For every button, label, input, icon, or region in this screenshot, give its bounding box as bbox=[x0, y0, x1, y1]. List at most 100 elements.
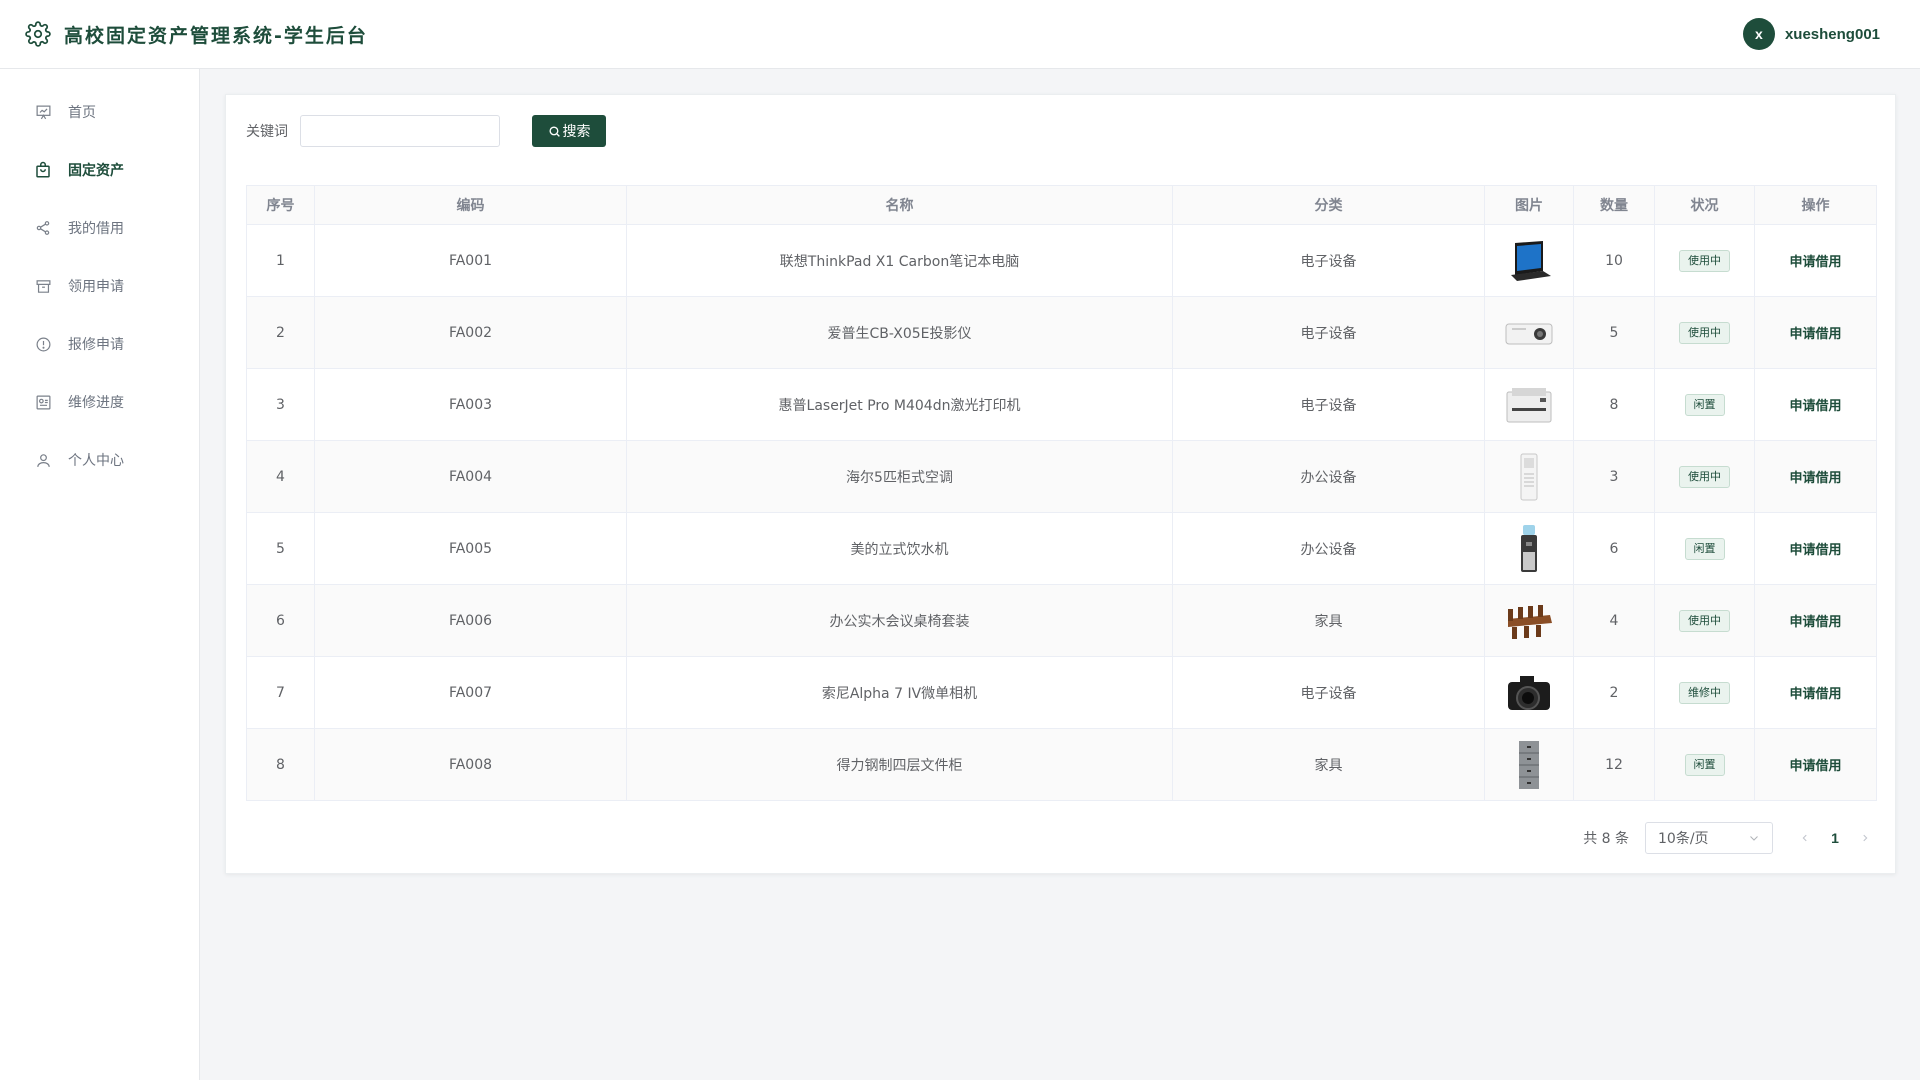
cell-code: FA008 bbox=[314, 728, 627, 801]
cell-index: 2 bbox=[246, 296, 315, 369]
sidebar-item-label: 维修进度 bbox=[68, 395, 124, 411]
apply-borrow-link[interactable]: 申请借用 bbox=[1789, 471, 1841, 486]
keyword-label: 关键词 bbox=[246, 124, 288, 140]
apply-borrow-link[interactable]: 申请借用 bbox=[1789, 687, 1841, 702]
username[interactable]: xuesheng001 bbox=[1785, 26, 1880, 43]
column-header-code: 编码 bbox=[314, 185, 627, 225]
table-row: 5 FA005 美的立式饮水机 办公设备 6 闲置 申请借用 bbox=[246, 512, 1877, 585]
sidebar: 首页 固定资产 我的借用 领用申请 报修申请 维修进度 个人中心 bbox=[0, 69, 200, 1080]
cell-quantity: 10 bbox=[1573, 224, 1655, 297]
chevron-left-icon bbox=[1802, 834, 1807, 842]
file-cabinet-thumbnail[interactable] bbox=[1504, 740, 1554, 790]
app-title: 高校固定资产管理系统-学生后台 bbox=[64, 24, 368, 47]
cell-name: 得力钢制四层文件柜 bbox=[626, 728, 1173, 801]
cell-quantity: 3 bbox=[1573, 440, 1655, 513]
sidebar-item-repair-request[interactable]: 报修申请 bbox=[0, 315, 199, 373]
page-number-current[interactable]: 1 bbox=[1825, 830, 1845, 846]
share-icon bbox=[34, 219, 52, 237]
sidebar-item-repair-progress[interactable]: 维修进度 bbox=[0, 373, 199, 431]
sidebar-item-label: 我的借用 bbox=[68, 221, 124, 237]
cell-name: 联想ThinkPad X1 Carbon笔记本电脑 bbox=[626, 224, 1173, 297]
next-page-button[interactable] bbox=[1855, 822, 1875, 854]
cell-category: 电子设备 bbox=[1172, 296, 1485, 369]
water-dispenser-thumbnail[interactable] bbox=[1504, 524, 1554, 574]
cell-category: 家具 bbox=[1172, 584, 1485, 657]
status-badge: 维修中 bbox=[1679, 681, 1730, 704]
sidebar-item-requisition[interactable]: 领用申请 bbox=[0, 257, 199, 315]
user-icon bbox=[34, 451, 52, 469]
cell-index: 6 bbox=[246, 584, 315, 657]
table-row: 7 FA007 索尼Alpha 7 IV微单相机 电子设备 2 维修中 申请借用 bbox=[246, 656, 1877, 729]
search-icon bbox=[548, 125, 560, 137]
column-header-category: 分类 bbox=[1172, 185, 1485, 225]
column-header-status: 状况 bbox=[1654, 185, 1755, 225]
apply-borrow-link[interactable]: 申请借用 bbox=[1789, 759, 1841, 774]
cell-name: 惠普LaserJet Pro M404dn激光打印机 bbox=[626, 368, 1173, 441]
asset-list-card: 关键词 搜索 序号 编码 名称 分类 图片 数量 状况 操作 1 FA001 联… bbox=[225, 94, 1896, 874]
laptop-thumbnail[interactable] bbox=[1504, 236, 1554, 286]
cell-quantity: 8 bbox=[1573, 368, 1655, 441]
search-button[interactable]: 搜索 bbox=[532, 115, 606, 147]
air-conditioner-thumbnail[interactable] bbox=[1504, 452, 1554, 502]
apply-borrow-link[interactable]: 申请借用 bbox=[1789, 543, 1841, 558]
cell-code: FA005 bbox=[314, 512, 627, 585]
status-badge: 闲置 bbox=[1684, 393, 1725, 416]
sidebar-item-my-borrow[interactable]: 我的借用 bbox=[0, 199, 199, 257]
sidebar-item-label: 领用申请 bbox=[68, 279, 124, 295]
archive-box-icon bbox=[34, 277, 52, 295]
projector-thumbnail[interactable] bbox=[1504, 308, 1554, 358]
status-badge: 使用中 bbox=[1679, 249, 1730, 272]
table-row: 6 FA006 办公实木会议桌椅套装 家具 4 使用中 申请借用 bbox=[246, 584, 1877, 657]
cell-index: 7 bbox=[246, 656, 315, 729]
sidebar-item-profile[interactable]: 个人中心 bbox=[0, 431, 199, 489]
table-row: 3 FA003 惠普LaserJet Pro M404dn激光打印机 电子设备 … bbox=[246, 368, 1877, 441]
conference-table-thumbnail[interactable] bbox=[1504, 596, 1554, 646]
sidebar-item-home[interactable]: 首页 bbox=[0, 83, 199, 141]
status-badge: 使用中 bbox=[1679, 321, 1730, 344]
avatar[interactable]: x bbox=[1742, 18, 1775, 50]
sidebar-item-label: 固定资产 bbox=[68, 163, 124, 179]
cell-quantity: 5 bbox=[1573, 296, 1655, 369]
column-header-index: 序号 bbox=[246, 185, 315, 225]
cell-category: 办公设备 bbox=[1172, 440, 1485, 513]
apply-borrow-link[interactable]: 申请借用 bbox=[1789, 399, 1841, 414]
cell-index: 1 bbox=[246, 224, 315, 297]
gear-icon bbox=[24, 20, 52, 48]
user-menu[interactable]: x xuesheng001 bbox=[1742, 18, 1880, 50]
status-badge: 闲置 bbox=[1684, 753, 1725, 776]
shopping-bag-icon bbox=[34, 161, 52, 179]
column-header-image: 图片 bbox=[1484, 185, 1574, 225]
cell-index: 5 bbox=[246, 512, 315, 585]
cell-name: 索尼Alpha 7 IV微单相机 bbox=[626, 656, 1173, 729]
page-size-select[interactable]: 10条/页 bbox=[1645, 822, 1773, 854]
camera-thumbnail[interactable] bbox=[1504, 668, 1554, 718]
cell-category: 办公设备 bbox=[1172, 512, 1485, 585]
cell-code: FA001 bbox=[314, 224, 627, 297]
table-row: 2 FA002 爱普生CB-X05E投影仪 电子设备 5 使用中 申请借用 bbox=[246, 296, 1877, 369]
cell-category: 电子设备 bbox=[1172, 368, 1485, 441]
column-header-quantity: 数量 bbox=[1573, 185, 1655, 225]
keyword-input[interactable] bbox=[300, 115, 500, 147]
pagination: 共 8 条 10条/页 1 bbox=[1583, 822, 1875, 854]
cell-code: FA002 bbox=[314, 296, 627, 369]
chevron-down-icon bbox=[1750, 836, 1758, 841]
cell-quantity: 4 bbox=[1573, 584, 1655, 657]
cell-code: FA007 bbox=[314, 656, 627, 729]
prev-page-button[interactable] bbox=[1795, 822, 1815, 854]
apply-borrow-link[interactable]: 申请借用 bbox=[1789, 327, 1841, 342]
table-row: 1 FA001 联想ThinkPad X1 Carbon笔记本电脑 电子设备 1… bbox=[246, 224, 1877, 297]
apply-borrow-link[interactable]: 申请借用 bbox=[1789, 615, 1841, 630]
cell-category: 家具 bbox=[1172, 728, 1485, 801]
printer-thumbnail[interactable] bbox=[1504, 380, 1554, 430]
sidebar-item-fixed-assets[interactable]: 固定资产 bbox=[0, 141, 199, 199]
cell-name: 爱普生CB-X05E投影仪 bbox=[626, 296, 1173, 369]
search-button-label: 搜索 bbox=[562, 124, 591, 140]
cell-code: FA004 bbox=[314, 440, 627, 513]
progress-chart-icon bbox=[34, 393, 52, 411]
status-badge: 闲置 bbox=[1684, 537, 1725, 560]
sidebar-item-label: 个人中心 bbox=[68, 453, 124, 469]
apply-borrow-link[interactable]: 申请借用 bbox=[1789, 255, 1841, 270]
sidebar-item-label: 报修申请 bbox=[68, 337, 124, 353]
cell-name: 海尔5匹柜式空调 bbox=[626, 440, 1173, 513]
column-header-name: 名称 bbox=[626, 185, 1173, 225]
